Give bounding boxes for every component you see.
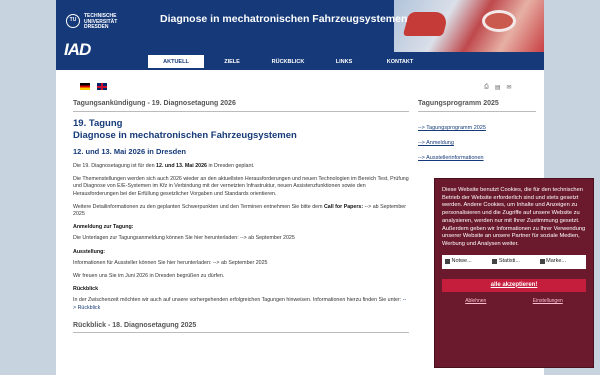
welcome-text: Wir freuen uns Sie im Juni 2026 in Dresd… (73, 273, 225, 280)
section-title: Tagungsankündigung - 19. Diagnosetagung … (73, 100, 409, 112)
cookie-option-statistics[interactable]: Statisti... (492, 258, 535, 266)
header-image-lamp (482, 10, 516, 32)
header-image-car (402, 12, 450, 36)
nav-links[interactable]: LINKS (316, 55, 372, 70)
checkbox-icon[interactable] (445, 259, 450, 265)
english-flag-icon[interactable] (97, 83, 107, 90)
german-flag-icon[interactable] (80, 83, 90, 90)
main-content: Tagungsankündigung - 19. Diagnosetagung … (73, 100, 409, 333)
print-icon[interactable]: ⎙ (484, 84, 489, 91)
sidebar: Tagungsprogramm 2025 --> Tagungsprogramm… (418, 100, 536, 170)
previous-conference-title: Rückblick - 18. Diagnosetagung 2025 (73, 322, 409, 333)
nav-ziele[interactable]: ZIELE (204, 55, 260, 70)
cookie-option-necessary[interactable]: Notwe... (445, 258, 488, 266)
review-label: Rückblick (73, 286, 99, 293)
conference-number: 19. Tagung (73, 118, 123, 129)
cookie-text: Diese Website benutzt Cookies, die für d… (442, 187, 586, 247)
cookie-links: Ablehnen Einstellungen (442, 298, 586, 306)
sidebar-link-program[interactable]: --> Tagungsprogramm 2025 (418, 125, 536, 131)
decline-link[interactable]: Ablehnen (465, 298, 486, 306)
nav-rueckblick[interactable]: RÜCKBLICK (260, 55, 316, 70)
registration-label: Anmeldung zur Tagung: (73, 224, 134, 231)
mail-icon[interactable]: ✉ (506, 84, 511, 91)
site-title: Diagnose in mechatronischen Fahrzeugsyst… (160, 13, 408, 25)
site-header: TU TECHNISCHE UNIVERSITÄT DRESDEN IAD Di… (56, 0, 544, 70)
intro-paragraph: Die 19. Diagnosetagung ist für den 12. u… (73, 163, 255, 169)
main-nav: AKTUELL ZIELE RÜCKBLICK LINKS KONTAKT (148, 55, 428, 70)
exhibition-label: Ausstellung: (73, 248, 106, 255)
iad-logo[interactable]: IAD (64, 40, 91, 60)
call-for-papers-paragraph: Weitere Detailinformationen zu den gepla… (73, 203, 406, 218)
tu-logo[interactable]: TU (66, 14, 80, 28)
conference-title: Diagnose in mechatronischen Fahrzeugsyst… (73, 130, 297, 141)
checkbox-icon[interactable] (492, 259, 498, 265)
topics-paragraph: Die Themenstellungen werden sich auch 20… (73, 176, 409, 197)
sidebar-title: Tagungsprogramm 2025 (418, 100, 536, 112)
sidebar-link-exhibitors[interactable]: --> Ausstellerinformationen (418, 155, 536, 161)
review-text: In der Zwischenzeit möchten wir auch auf… (73, 297, 407, 311)
tu-logo-text: TECHNISCHE UNIVERSITÄT DRESDEN (84, 13, 118, 30)
cookie-options: Notwe... Statisti... Marke... (442, 254, 586, 269)
cookie-banner: Diese Website benutzt Cookies, die für d… (434, 178, 594, 368)
checkbox-icon[interactable] (539, 259, 545, 265)
accept-all-button[interactable]: alle akzeptieren! (442, 278, 586, 292)
nav-kontakt[interactable]: KONTAKT (372, 55, 428, 70)
sidebar-link-registration[interactable]: --> Anmeldung (418, 140, 536, 146)
cookie-option-marketing[interactable]: Marke... (539, 258, 583, 266)
language-switcher (80, 83, 107, 90)
exhibition-text: Informationen für Aussteller können Sie … (73, 259, 268, 266)
registration-text: Die Unterlagen zur Tagungsanmeldung könn… (73, 235, 295, 242)
nav-aktuell[interactable]: AKTUELL (148, 55, 204, 70)
settings-link[interactable]: Einstellungen (533, 298, 563, 306)
conference-date: 12. und 13. Mai 2026 in Dresden (73, 147, 186, 156)
header-image (394, 0, 544, 52)
pdf-icon[interactable]: ▤ (495, 84, 501, 91)
page-tools: ⎙ ▤ ✉ (484, 84, 512, 91)
